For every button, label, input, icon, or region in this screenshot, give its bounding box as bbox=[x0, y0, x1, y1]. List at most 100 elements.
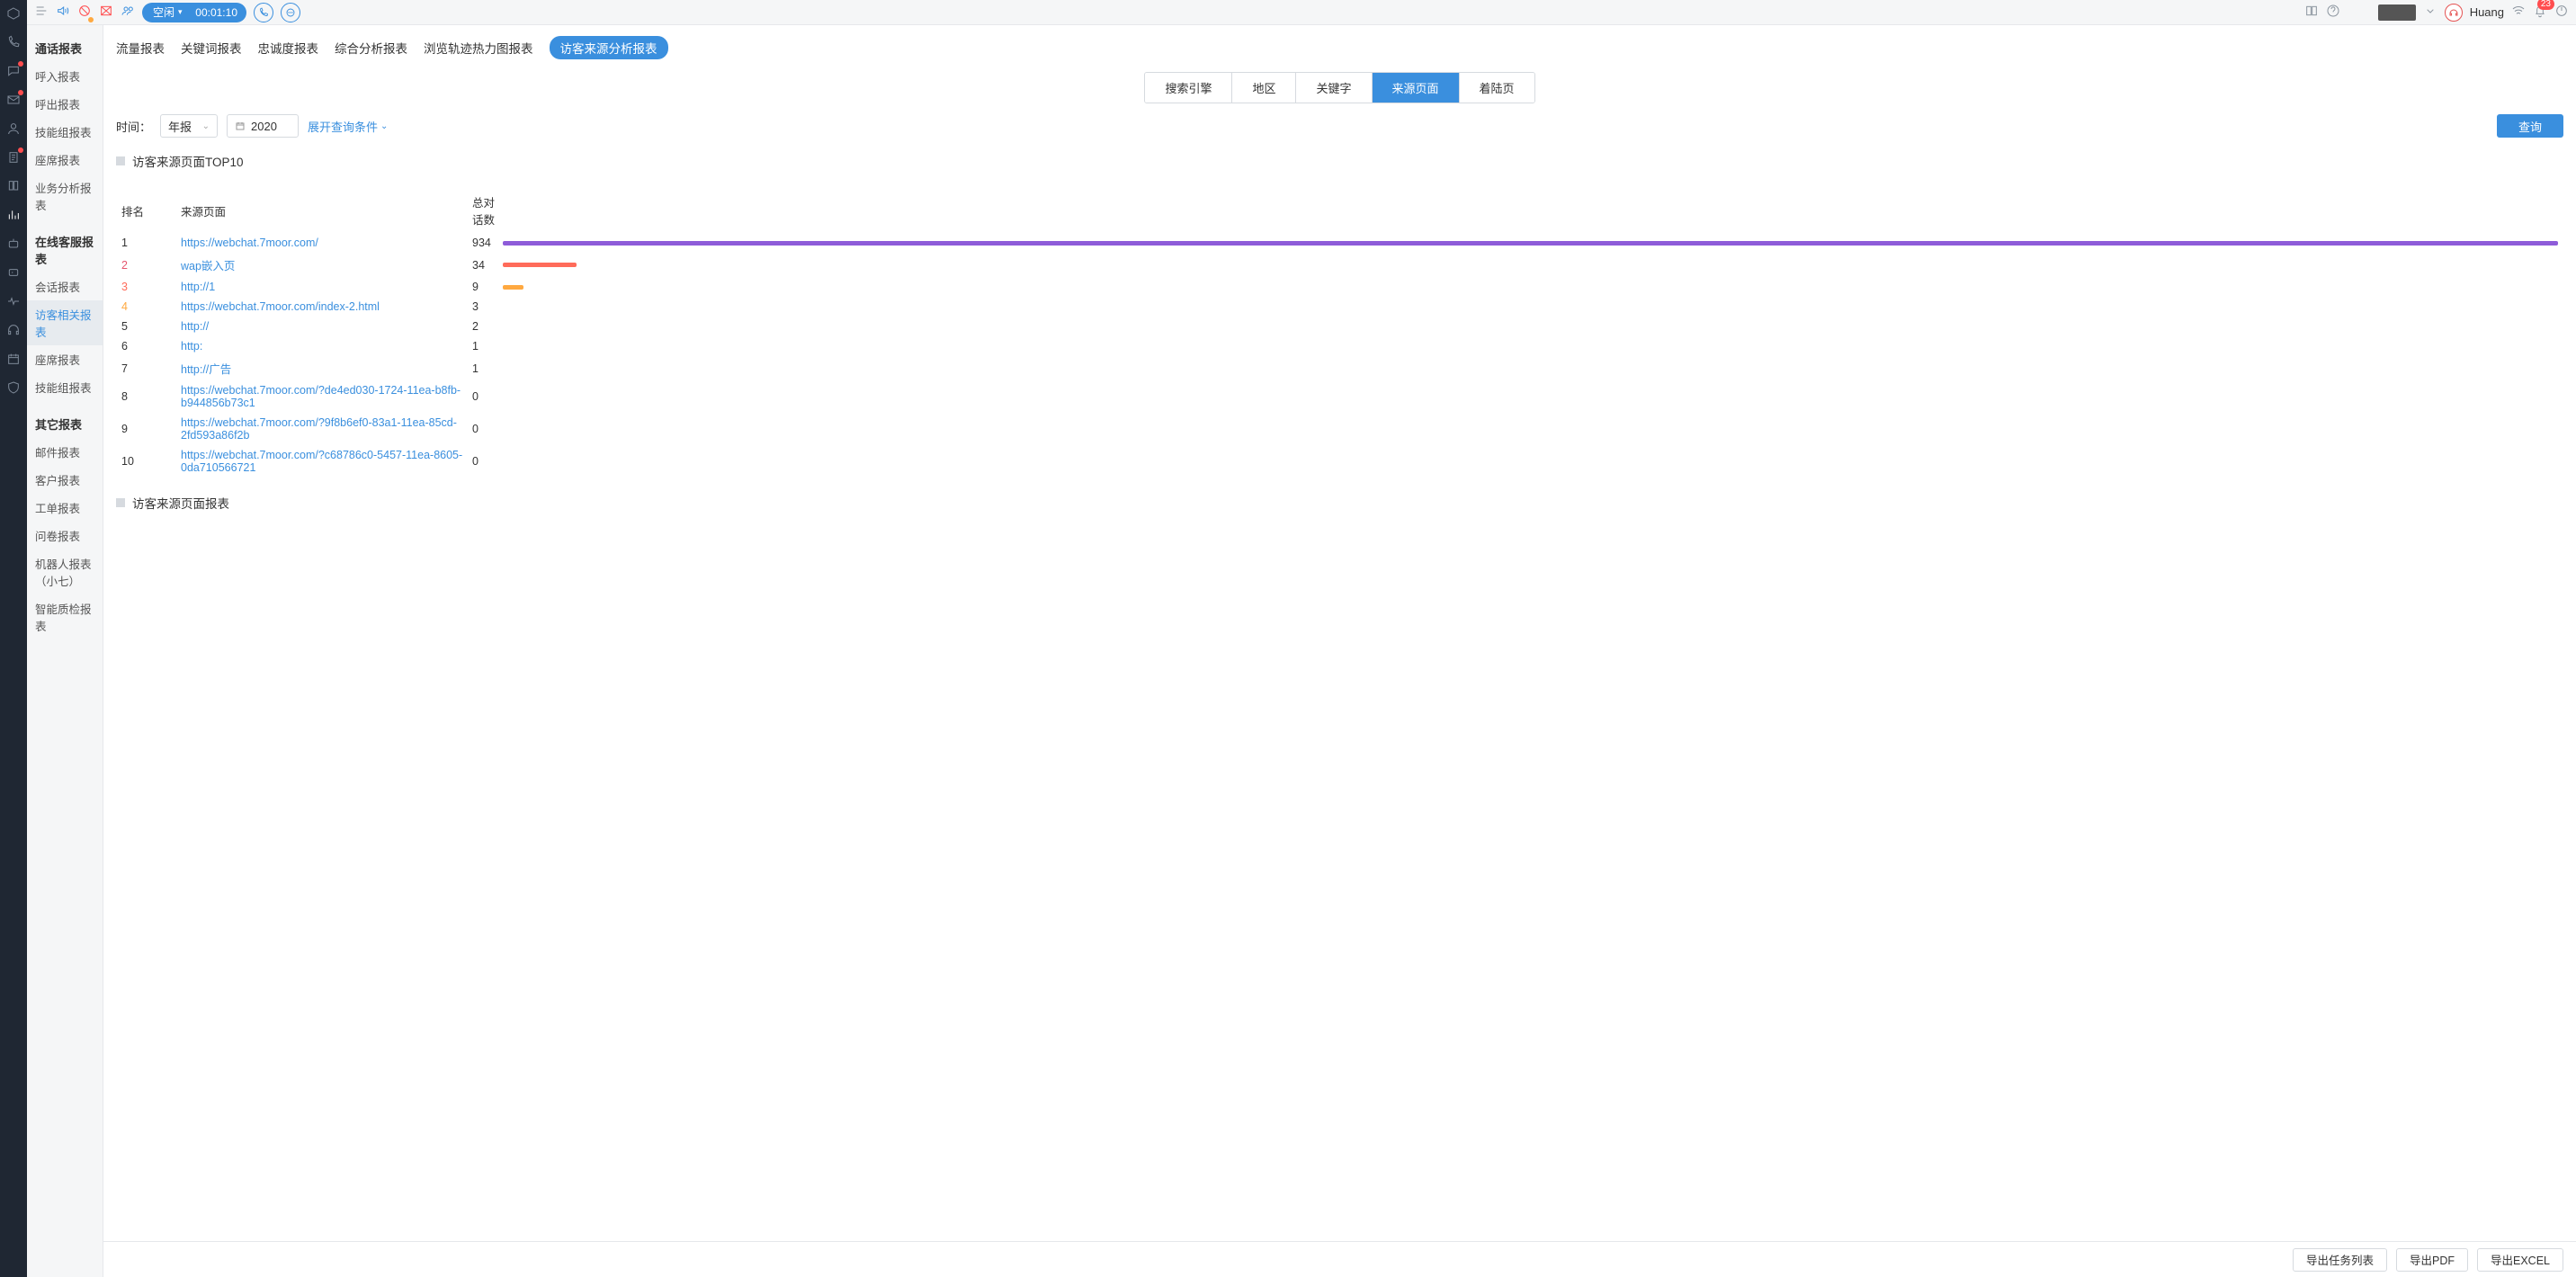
table-row: 6http:1 bbox=[121, 336, 2558, 356]
cell-page[interactable]: https://webchat.7moor.com/?de4ed030-1724… bbox=[181, 384, 472, 409]
cell-count: 1 bbox=[472, 340, 503, 353]
cell-page[interactable]: http:// bbox=[181, 320, 472, 333]
tab-keyword2[interactable]: 关键字 bbox=[1296, 73, 1372, 103]
cell-rank: 9 bbox=[121, 423, 181, 435]
cell-page[interactable]: https://webchat.7moor.com/?9f8b6ef0-83a1… bbox=[181, 416, 472, 442]
tab-analysis[interactable]: 综合分析报表 bbox=[335, 39, 407, 57]
avatar[interactable] bbox=[2445, 4, 2463, 22]
menu-icon[interactable] bbox=[34, 4, 49, 21]
tab-heatmap[interactable]: 浏览轨迹热力图报表 bbox=[424, 39, 533, 57]
calendar-icon[interactable] bbox=[5, 351, 22, 367]
chevron-down-icon: ▾ bbox=[178, 7, 183, 17]
tab-loyalty[interactable]: 忠诚度报表 bbox=[258, 39, 319, 57]
sidebar-item[interactable]: 问卷报表 bbox=[27, 522, 103, 549]
cell-rank: 5 bbox=[121, 320, 181, 333]
cell-page[interactable]: https://webchat.7moor.com/index-2.html bbox=[181, 300, 472, 313]
section-top10: 访客来源页面TOP10 排名 来源页面 总对话数 1https://webcha… bbox=[103, 148, 2576, 490]
export-pdf-button[interactable]: 导出PDF bbox=[2396, 1248, 2468, 1272]
sidebar-item[interactable]: 座席报表 bbox=[27, 146, 103, 174]
sound-icon[interactable] bbox=[56, 4, 70, 21]
year-picker[interactable]: 2020 bbox=[227, 114, 299, 138]
table-row: 7http://广告1 bbox=[121, 356, 2558, 380]
sidebar-item[interactable]: 呼出报表 bbox=[27, 90, 103, 118]
sidebar-item[interactable]: 客户报表 bbox=[27, 466, 103, 494]
mail-icon[interactable] bbox=[5, 92, 22, 108]
cell-page[interactable]: http: bbox=[181, 340, 472, 353]
tab-landing[interactable]: 着陆页 bbox=[1460, 73, 1534, 103]
help-icon[interactable] bbox=[2326, 4, 2340, 21]
username: Huang bbox=[2470, 5, 2504, 19]
tab-source-page[interactable]: 来源页面 bbox=[1373, 73, 1460, 103]
top10-table: 排名 来源页面 总对话数 1https://webchat.7moor.com/… bbox=[121, 193, 2558, 478]
table-row: 10https://webchat.7moor.com/?c68786c0-54… bbox=[121, 445, 2558, 478]
period-select[interactable]: 年报⌄ bbox=[160, 114, 218, 138]
sidebar-item[interactable]: 座席报表 bbox=[27, 345, 103, 373]
table-row: 8https://webchat.7moor.com/?de4ed030-172… bbox=[121, 380, 2558, 413]
sidebar-item[interactable]: 会话报表 bbox=[27, 272, 103, 300]
bell-icon[interactable]: 23 bbox=[2533, 4, 2547, 21]
cell-page[interactable]: https://webchat.7moor.com/?c68786c0-5457… bbox=[181, 449, 472, 474]
main-content: 流量报表 关键词报表 忠诚度报表 综合分析报表 浏览轨迹热力图报表 访客来源分析… bbox=[103, 25, 2576, 1277]
tab-search-engine[interactable]: 搜索引擎 bbox=[1145, 73, 1232, 103]
cell-rank: 3 bbox=[121, 281, 181, 293]
sidebar-item[interactable]: 技能组报表 bbox=[27, 373, 103, 401]
tab-region[interactable]: 地区 bbox=[1232, 73, 1296, 103]
shield-icon[interactable] bbox=[5, 380, 22, 396]
user-icon[interactable] bbox=[5, 121, 22, 137]
cell-rank: 8 bbox=[121, 390, 181, 403]
col-count: 总对话数 bbox=[472, 193, 503, 228]
robot-icon[interactable] bbox=[5, 236, 22, 252]
section-title: 访客来源页面TOP10 bbox=[116, 152, 2563, 170]
sidebar-item[interactable]: 技能组报表 bbox=[27, 118, 103, 146]
clipboard-icon[interactable] bbox=[5, 149, 22, 165]
sidebar-item[interactable]: 业务分析报表 bbox=[27, 174, 103, 219]
icon-rail bbox=[0, 0, 27, 1277]
sidebar-item[interactable]: 工单报表 bbox=[27, 494, 103, 522]
export-bar: 导出任务列表 导出PDF 导出EXCEL bbox=[103, 1241, 2576, 1277]
mute-icon[interactable] bbox=[77, 4, 92, 21]
cell-rank: 7 bbox=[121, 362, 181, 375]
sidebar-item[interactable]: 智能质检报表 bbox=[27, 594, 103, 639]
chat-icon[interactable] bbox=[5, 63, 22, 79]
tab-source[interactable]: 访客来源分析报表 bbox=[550, 36, 668, 59]
tab-traffic[interactable]: 流量报表 bbox=[116, 39, 165, 57]
cell-count: 0 bbox=[472, 423, 503, 435]
dial-icon[interactable] bbox=[254, 3, 273, 22]
monitor-icon[interactable] bbox=[5, 293, 22, 309]
table-row: 4https://webchat.7moor.com/index-2.html3 bbox=[121, 297, 2558, 317]
col-page: 来源页面 bbox=[181, 202, 472, 219]
contacts-icon[interactable] bbox=[121, 4, 135, 21]
tab-keyword[interactable]: 关键词报表 bbox=[181, 39, 242, 57]
cell-page[interactable]: http://1 bbox=[181, 281, 472, 293]
cell-page[interactable]: https://webchat.7moor.com/ bbox=[181, 237, 472, 249]
sidebar-group-other: 其它报表 bbox=[27, 410, 103, 438]
headset-icon[interactable] bbox=[5, 322, 22, 338]
status-pill[interactable]: 空闲▾ 00:01:10 bbox=[142, 3, 246, 22]
sidebar-item[interactable]: 机器人报表（小七） bbox=[27, 549, 103, 594]
sidebar-item[interactable]: 呼入报表 bbox=[27, 62, 103, 90]
wifi-icon bbox=[2511, 4, 2526, 21]
logo-icon bbox=[5, 5, 22, 22]
export-tasks-button[interactable]: 导出任务列表 bbox=[2293, 1248, 2387, 1272]
tag-icon[interactable] bbox=[5, 264, 22, 281]
cell-rank: 6 bbox=[121, 340, 181, 353]
cell-page[interactable]: http://广告 bbox=[181, 360, 472, 377]
guide-icon[interactable] bbox=[2304, 4, 2319, 21]
calendar-icon bbox=[235, 121, 246, 131]
cell-rank: 4 bbox=[121, 300, 181, 313]
inbox-icon[interactable] bbox=[99, 4, 113, 21]
book-icon[interactable] bbox=[5, 178, 22, 194]
message-icon[interactable] bbox=[281, 3, 300, 22]
phone-icon[interactable] bbox=[5, 34, 22, 50]
chevron-down-icon[interactable] bbox=[2423, 4, 2437, 21]
cell-page[interactable]: wap嵌入页 bbox=[181, 256, 472, 273]
expand-filters[interactable]: 展开查询条件⌄ bbox=[308, 118, 388, 135]
sidebar-item-visitor[interactable]: 访客相关报表 bbox=[27, 300, 103, 345]
export-excel-button[interactable]: 导出EXCEL bbox=[2477, 1248, 2563, 1272]
org-box[interactable] bbox=[2378, 4, 2416, 21]
query-button[interactable]: 查询 bbox=[2497, 114, 2563, 138]
power-icon[interactable] bbox=[2554, 4, 2569, 21]
analytics-icon[interactable] bbox=[5, 207, 22, 223]
sidebar-item[interactable]: 邮件报表 bbox=[27, 438, 103, 466]
cell-count: 0 bbox=[472, 455, 503, 468]
